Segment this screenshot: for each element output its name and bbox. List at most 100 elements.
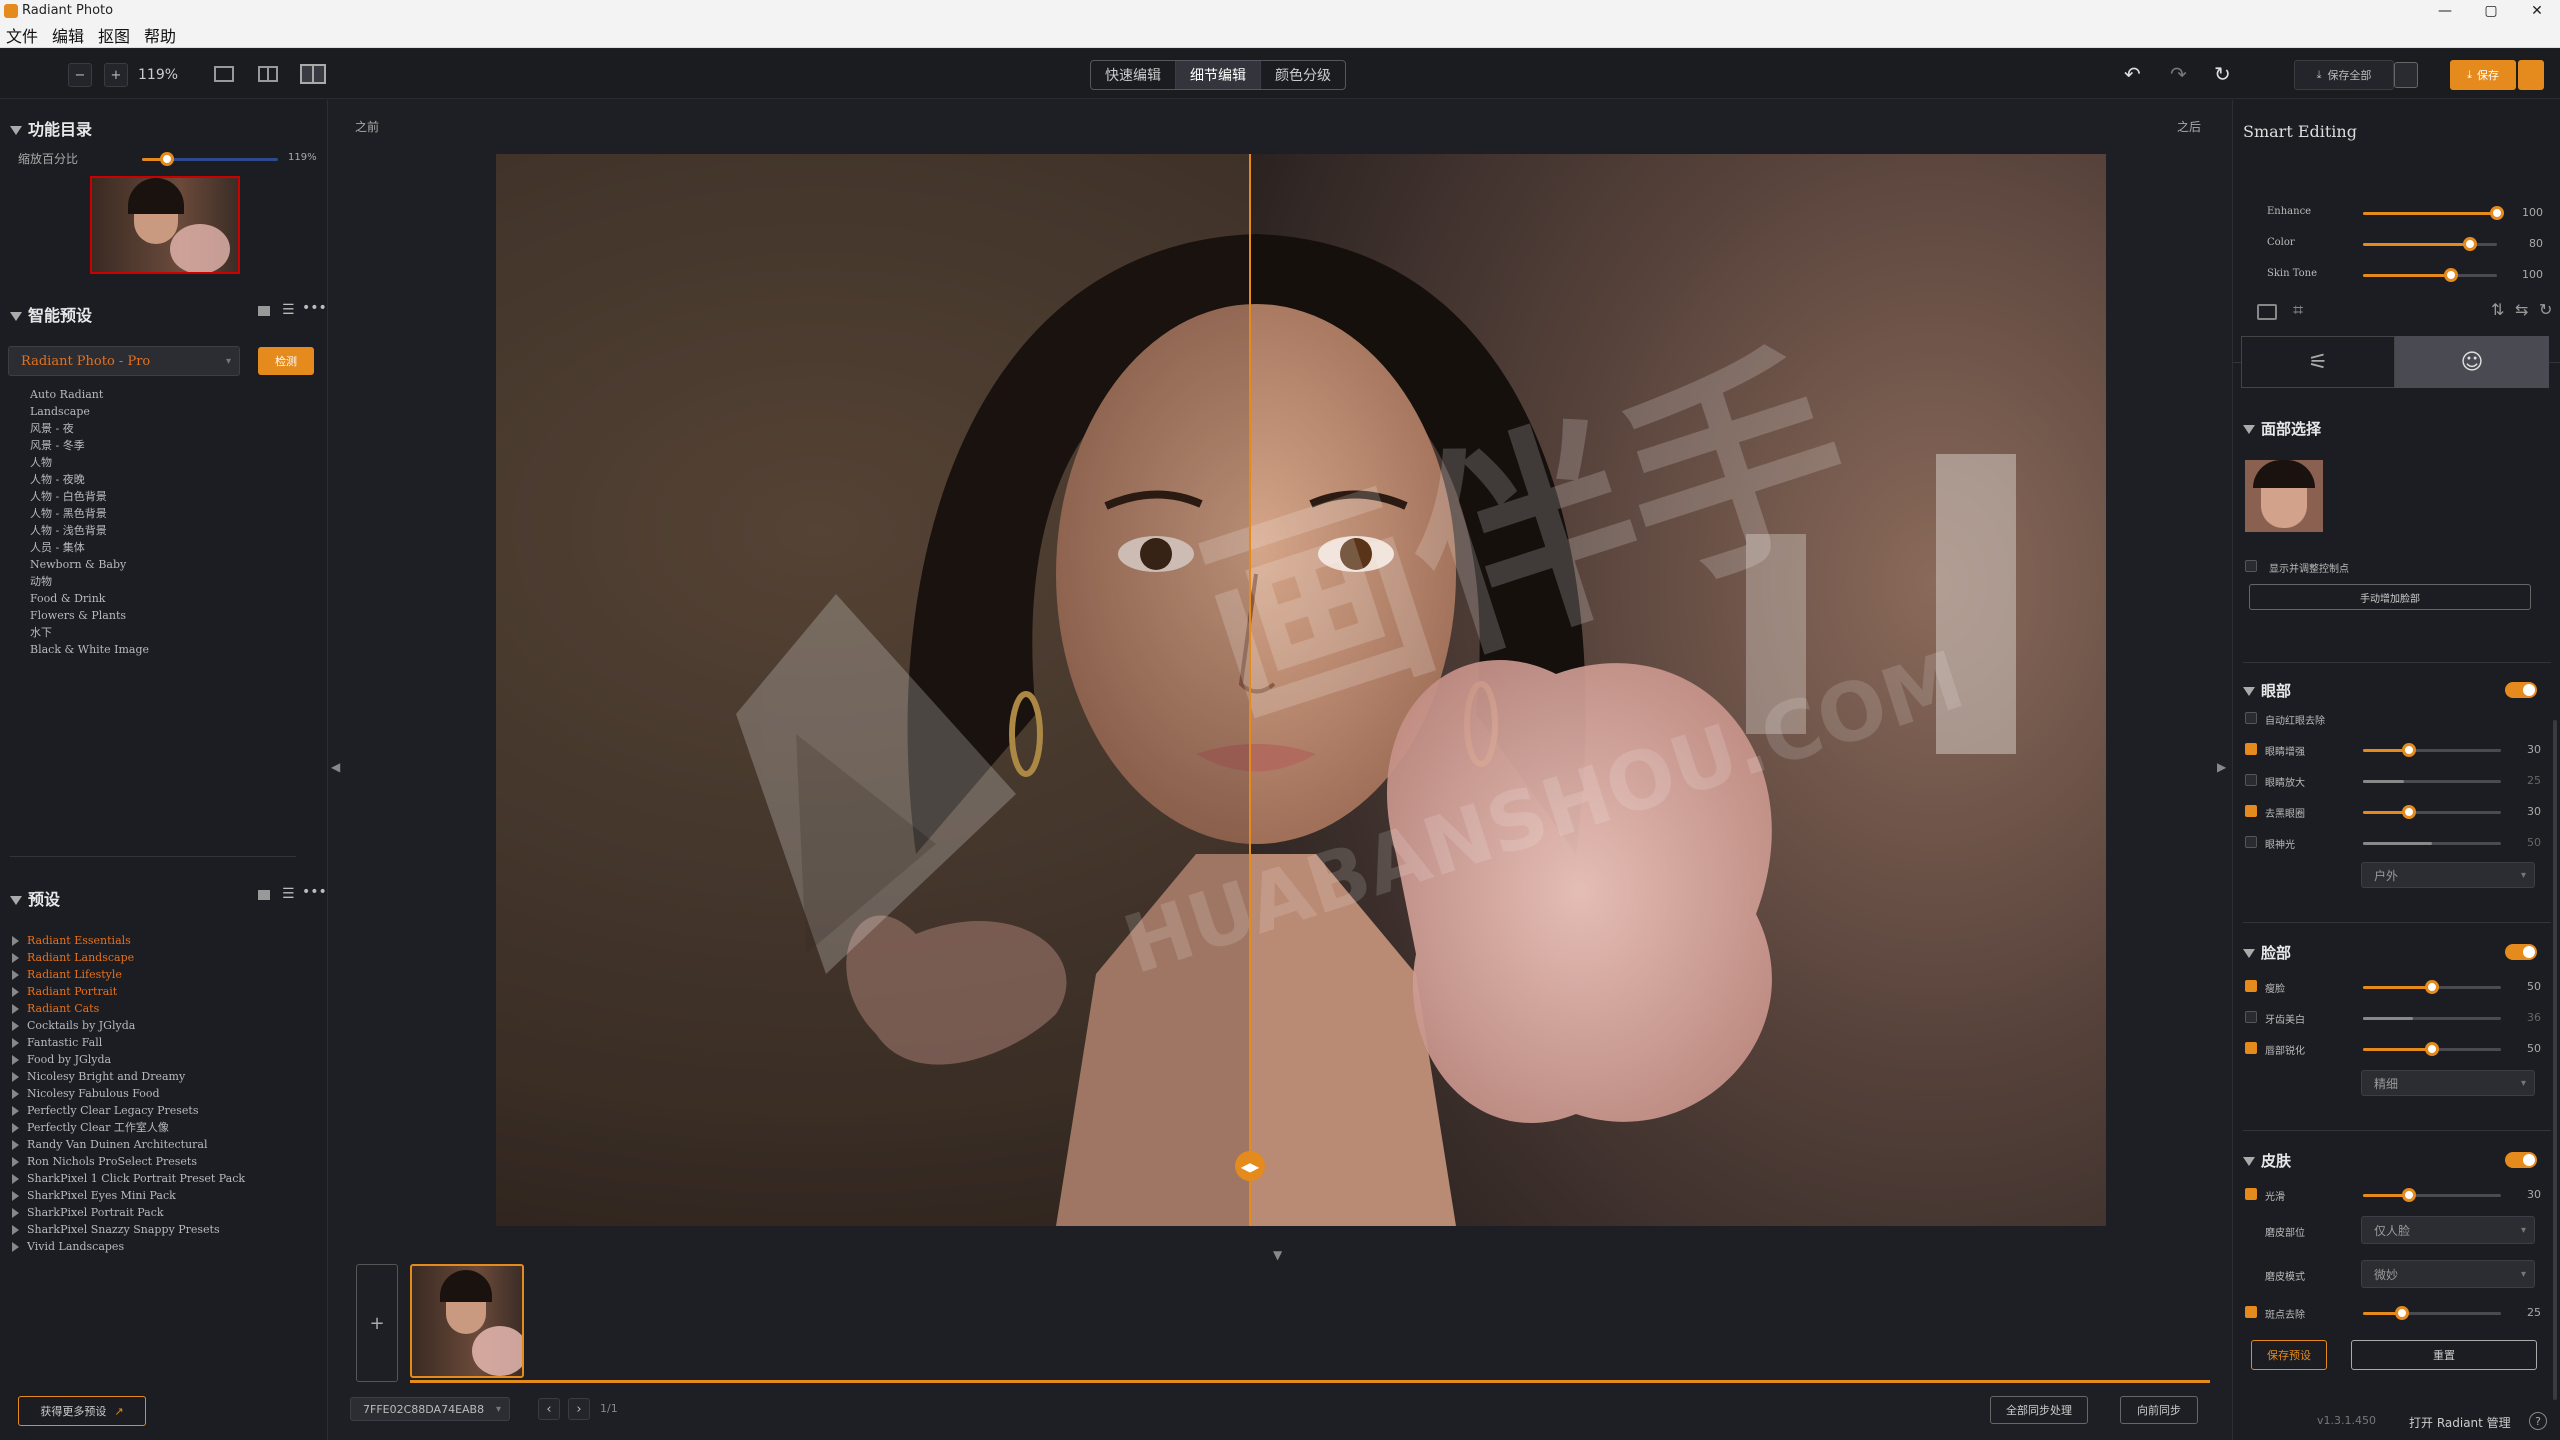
tab-detail-edit[interactable]: 细节编辑 (1176, 61, 1261, 89)
eyes-checkbox[interactable] (2245, 712, 2257, 724)
slider-knob[interactable] (2463, 237, 2477, 251)
preset-folder[interactable]: SharkPixel Eyes Mini Pack (12, 1187, 245, 1204)
smooth-checkbox[interactable] (2245, 1188, 2257, 1200)
save-button[interactable]: ⤓ 保存 (2450, 60, 2516, 90)
face-select-header[interactable]: 面部选择 (2243, 418, 2321, 439)
collapse-right-icon[interactable]: ▶ (2217, 760, 2226, 774)
file-select[interactable]: 7FFE02C88DA74EAB8 (350, 1397, 510, 1421)
tab-quick-edit[interactable]: 快速编辑 (1091, 61, 1176, 89)
eyes-checkbox[interactable] (2245, 743, 2257, 755)
smart-preset-item[interactable]: 人物 - 浅色背景 (30, 522, 149, 539)
right-panel-scrollbar[interactable] (2553, 720, 2557, 1400)
collapse-bottom-icon[interactable]: ▼ (1273, 1248, 1282, 1262)
face-slider[interactable] (2363, 1042, 2501, 1056)
slider-knob[interactable] (2425, 980, 2439, 994)
crop-icon[interactable]: ⌗ (2293, 300, 2303, 321)
eyes-checkbox[interactable] (2245, 836, 2257, 848)
preset-folder[interactable]: Radiant Landscape (12, 949, 245, 966)
smart-preset-item[interactable]: 风景 - 冬季 (30, 437, 149, 454)
list-view-icon[interactable]: ☰ (282, 886, 295, 902)
zoom-out-button[interactable]: − (68, 63, 92, 87)
save-all-button[interactable]: ⤓ 保存全部 (2294, 60, 2394, 90)
face-detail-select[interactable]: 精细 (2361, 1070, 2535, 1096)
more-presets-button[interactable]: 获得更多预设 ↗ (18, 1396, 146, 1426)
preset-folder[interactable]: Radiant Essentials (12, 932, 245, 949)
zoom-slider[interactable] (142, 152, 278, 166)
slider-knob[interactable] (2402, 1188, 2416, 1202)
face-slider[interactable] (2363, 1017, 2501, 1020)
smart-preset-item[interactable]: 人员 - 集体 (30, 539, 149, 556)
rotate-icon[interactable]: ↻ (2539, 300, 2552, 319)
preset-select[interactable]: Radiant Photo - Pro (8, 346, 240, 376)
slider-knob[interactable] (2425, 1042, 2439, 1056)
sync-all-button[interactable]: 全部同步处理 (1990, 1396, 2088, 1424)
skin-mode-select[interactable]: 微妙 (2361, 1260, 2535, 1288)
presets-header[interactable]: 预设 (10, 886, 60, 910)
catalog-header[interactable]: 功能目录 (10, 116, 92, 140)
eyes-checkbox[interactable] (2245, 805, 2257, 817)
preset-folder[interactable]: Nicolesy Fabulous Food (12, 1085, 245, 1102)
prev-image-button[interactable]: ‹ (538, 1398, 560, 1420)
face-checkbox[interactable] (2245, 1042, 2257, 1054)
undo-icon[interactable]: ↶ (2124, 62, 2141, 86)
collapse-left-icon[interactable]: ◀ (331, 760, 340, 774)
more-icon[interactable]: ••• (302, 300, 327, 316)
flip-vertical-icon[interactable]: ⇅ (2491, 300, 2504, 319)
grid-view-icon[interactable] (258, 306, 270, 316)
preset-folder[interactable]: Vivid Landscapes (12, 1238, 245, 1255)
preset-folder[interactable]: Perfectly Clear 工作室人像 (12, 1119, 245, 1136)
menu-edit[interactable]: 编辑 (52, 23, 84, 47)
split-view-icon[interactable] (300, 64, 326, 84)
preset-folder[interactable]: SharkPixel 1 Click Portrait Preset Pack (12, 1170, 245, 1187)
preset-folder[interactable]: Randy Van Duinen Architectural (12, 1136, 245, 1153)
face-slider[interactable] (2363, 980, 2501, 994)
save-preset-button[interactable]: 保存预设 (2251, 1340, 2327, 1370)
image-icon[interactable] (2257, 304, 2277, 320)
smart-preset-item[interactable]: 人物 - 白色背景 (30, 488, 149, 505)
single-view-icon[interactable] (214, 66, 234, 82)
save-options-icon[interactable] (2518, 60, 2544, 90)
grid-view-icon[interactable] (258, 890, 270, 900)
help-icon[interactable]: ? (2529, 1412, 2547, 1430)
split-line[interactable] (1249, 154, 1251, 1226)
side-by-side-view-icon[interactable] (258, 66, 278, 82)
preset-folder[interactable]: Radiant Cats (12, 1000, 245, 1017)
smart-preset-item[interactable]: Food & Drink (30, 590, 149, 607)
smart-preset-item[interactable]: Auto Radiant (30, 386, 149, 403)
reset-button[interactable]: 重置 (2351, 1340, 2537, 1370)
preset-folder[interactable]: Cocktails by JGlyda (12, 1017, 245, 1034)
smart-preset-item[interactable]: Newborn & Baby (30, 556, 149, 573)
smart-preset-item[interactable]: Landscape (30, 403, 149, 420)
smart-preset-item[interactable]: 水下 (30, 624, 149, 641)
photo-preview[interactable]: 画伴手 HUABANSHOU.COM ◀▶ (496, 154, 2106, 1226)
eyes-slider[interactable] (2363, 780, 2501, 783)
add-image-button[interactable]: + (356, 1264, 398, 1382)
save-all-options-icon[interactable] (2394, 62, 2418, 88)
preset-folder[interactable]: Radiant Lifestyle (12, 966, 245, 983)
skin-toggle[interactable] (2505, 1152, 2537, 1168)
tab-color-grading[interactable]: 颜色分级 (1261, 61, 1345, 89)
smart-preset-item[interactable]: 动物 (30, 573, 149, 590)
skin-header[interactable]: 皮肤 (2243, 1150, 2291, 1171)
filmstrip-thumbnail[interactable] (410, 1264, 524, 1378)
preset-folder[interactable]: Nicolesy Bright and Dreamy (12, 1068, 245, 1085)
smart-slider[interactable] (2363, 268, 2497, 282)
add-face-button[interactable]: 手动增加脸部 (2249, 584, 2531, 610)
face-checkbox[interactable] (2245, 980, 2257, 992)
slider-knob[interactable] (2395, 1306, 2409, 1320)
smart-preset-item[interactable]: 风景 - 夜 (30, 420, 149, 437)
smart-preset-item[interactable]: 人物 (30, 454, 149, 471)
list-view-icon[interactable]: ☰ (282, 302, 295, 318)
face-thumbnail[interactable] (2245, 460, 2323, 532)
menu-cutout[interactable]: 抠图 (98, 23, 130, 47)
preset-folder[interactable]: Radiant Portrait (12, 983, 245, 1000)
minimize-button[interactable]: — (2422, 0, 2468, 22)
preset-folder[interactable]: Ron Nichols ProSelect Presets (12, 1153, 245, 1170)
slider-knob[interactable] (2490, 206, 2504, 220)
face-tab[interactable]: ☺ (2395, 336, 2549, 388)
close-button[interactable]: ✕ (2514, 0, 2560, 22)
spot-removal-slider[interactable] (2363, 1306, 2501, 1320)
smart-preset-item[interactable]: Flowers & Plants (30, 607, 149, 624)
eyes-light-select[interactable]: 户外 (2361, 862, 2535, 888)
preset-folder[interactable]: SharkPixel Snazzy Snappy Presets (12, 1221, 245, 1238)
